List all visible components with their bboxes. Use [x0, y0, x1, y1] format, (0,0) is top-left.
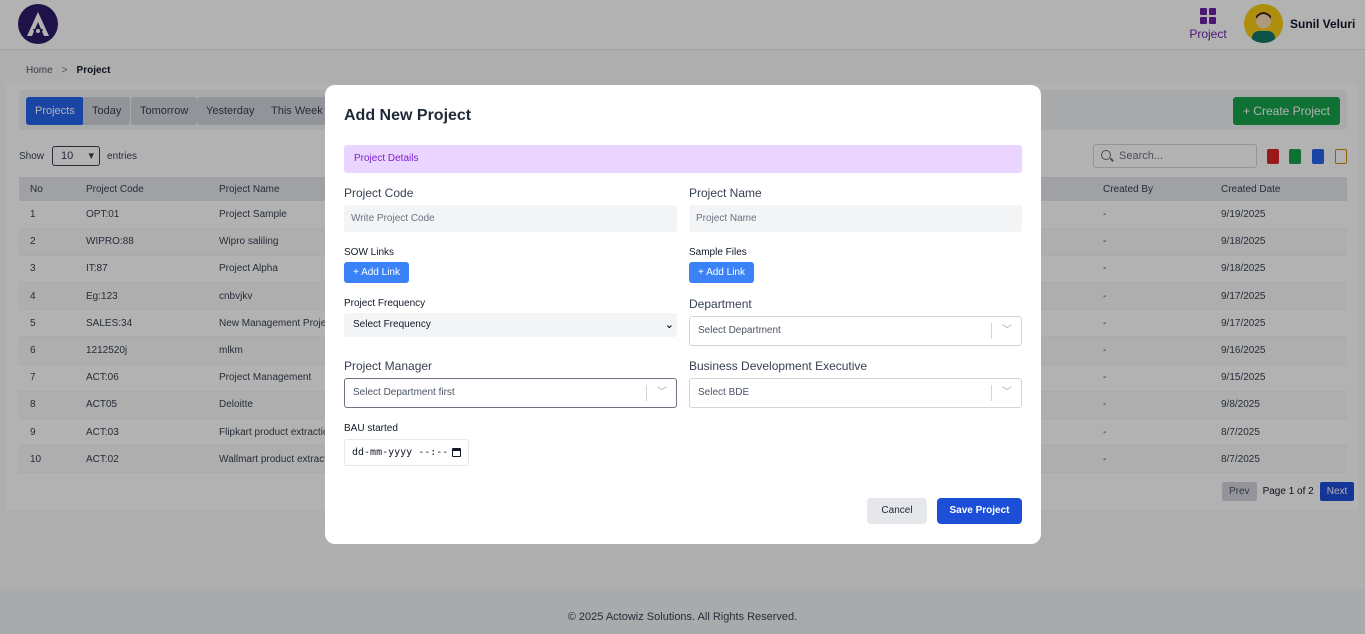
sow-links-label: SOW Links: [344, 247, 395, 258]
department-placeholder: Select Department: [698, 325, 781, 336]
bau-date-input[interactable]: dd-mm-yyyy --:--: [344, 439, 469, 466]
calendar-icon[interactable]: [452, 448, 461, 457]
select-divider: [991, 385, 992, 401]
sample-files-label: Sample Files: [689, 247, 747, 258]
bau-label: BAU started: [344, 423, 398, 434]
section-header: Project Details: [344, 145, 1022, 173]
project-code-label: Project Code: [344, 186, 414, 200]
cancel-button[interactable]: Cancel: [867, 498, 927, 524]
frequency-select[interactable]: Select Frequency ⌄: [344, 313, 677, 337]
chevron-down-icon: ⌄: [664, 319, 674, 331]
chevron-down-icon: ﹀: [1002, 325, 1012, 336]
frequency-value: Select Frequency: [353, 319, 431, 330]
project-name-input[interactable]: Project Name: [689, 205, 1022, 232]
bde-select[interactable]: Select BDE ﹀: [689, 378, 1022, 408]
manager-placeholder: Select Department first: [353, 387, 455, 398]
bde-label: Business Development Executive: [689, 359, 868, 373]
project-name-label: Project Name: [689, 186, 762, 200]
chevron-down-icon: ﹀: [657, 387, 667, 398]
bau-date-value: dd-mm-yyyy --:--: [352, 447, 449, 458]
project-code-input[interactable]: Write Project Code: [344, 205, 677, 232]
bde-placeholder: Select BDE: [698, 387, 750, 398]
sample-add-link-button[interactable]: + Add Link: [689, 262, 754, 283]
select-divider: [646, 385, 647, 401]
manager-label: Project Manager: [344, 359, 433, 373]
save-project-button[interactable]: Save Project: [937, 498, 1022, 524]
sow-add-link-button[interactable]: + Add Link: [344, 262, 409, 283]
frequency-label: Project Frequency: [344, 298, 426, 309]
select-divider: [991, 323, 992, 339]
manager-select[interactable]: Select Department first ﹀: [344, 378, 677, 408]
add-project-modal: Add New Project Project Details Project …: [325, 85, 1041, 544]
modal-title: Add New Project: [344, 107, 472, 124]
chevron-down-icon: ﹀: [1002, 387, 1012, 398]
department-label: Department: [689, 297, 752, 311]
department-select[interactable]: Select Department ﹀: [689, 316, 1022, 346]
